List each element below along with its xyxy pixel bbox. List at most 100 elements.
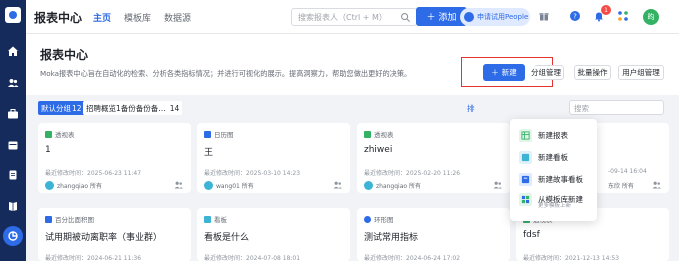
- card-modified-time: 最近修改时间：2024-06-21 11:36: [45, 255, 142, 261]
- search-icon: [401, 13, 411, 23]
- card-type-label: 透视表: [55, 131, 75, 139]
- menu-item-new-dashboard[interactable]: 新建看板: [519, 151, 568, 164]
- report-center-icon[interactable]: [3, 226, 23, 246]
- trial-people-button[interactable]: 申请试用People: [460, 8, 530, 26]
- batch-operation-button[interactable]: 批量操作: [574, 65, 611, 80]
- page-title: 报表中心: [40, 48, 89, 62]
- report-card[interactable]: 透视表 1 最近修改时间：2025-06-23 11:47 zhangqiao …: [38, 123, 191, 193]
- trial-label: 申请试用People: [477, 13, 529, 21]
- card-type: 环形图: [364, 214, 394, 224]
- card-type-label: 日历图: [214, 131, 234, 139]
- report-card[interactable]: 环形图 测试常用指标 最近修改时间：2024-06-24 17:02: [357, 208, 510, 261]
- dashboard-icon: [519, 151, 532, 164]
- tab-data-source[interactable]: 数据源: [164, 11, 191, 24]
- app-logo-icon[interactable]: [5, 7, 21, 23]
- card-modified-time: 最近修改时间：2025-06-23 11:47: [45, 170, 142, 177]
- card-name: 看板是什么: [204, 233, 250, 243]
- report-search-input[interactable]: 搜索: [569, 100, 664, 115]
- members-icon[interactable]: [493, 181, 502, 189]
- menu-item-label: 新建看板: [538, 153, 568, 162]
- plus-icon: ＋: [426, 13, 436, 23]
- menu-item-new-report[interactable]: 新建报表: [519, 129, 568, 142]
- menu-item-new-story[interactable]: 新建故事看板: [519, 173, 583, 186]
- people-icon[interactable]: [6, 76, 20, 90]
- report-card[interactable]: 百分比面积图 试用期被动离职率（事业群） 最近修改时间：2024-06-21 1…: [38, 208, 191, 261]
- group-tab-default[interactable]: 默认分组 12: [38, 101, 85, 115]
- card-owner: zhangqiao 所有: [45, 181, 102, 190]
- new-dropdown-menu: 新建报表 新建看板 新建故事看板 从模板库新建 更多模板上新: [510, 119, 597, 221]
- template-sub-label: 更多模板上新: [538, 203, 572, 209]
- group-tab-recruit-label: 招聘概览1备份备份备…: [86, 103, 166, 113]
- group-tab-recruit-count: 14: [169, 103, 180, 113]
- gift-icon[interactable]: [537, 9, 551, 23]
- user-group-manage-button[interactable]: 用户组管理: [618, 65, 664, 80]
- members-icon[interactable]: [174, 181, 183, 189]
- report-search-placeholder: 搜索: [574, 104, 589, 113]
- pivot-table-icon: [45, 130, 52, 138]
- document-icon[interactable]: [6, 168, 20, 182]
- page-description: Moka报表中心旨在自动化的检索、分析各类指标情况；并进行可视化的展示。提高洞察…: [40, 69, 412, 78]
- card-type-label: 看板: [214, 216, 227, 224]
- card-modified-time: -09-14 16:04: [608, 168, 647, 175]
- card-owner-label: 东欣 所有: [608, 183, 634, 190]
- add-button-label: 添加: [438, 13, 457, 23]
- card-owner-label: zhangqiao 所有: [57, 183, 102, 190]
- help-icon[interactable]: ?: [568, 9, 582, 23]
- calendar-chart-icon: [204, 130, 211, 138]
- members-icon[interactable]: [333, 181, 342, 189]
- card-owner: 东欣 所有: [608, 181, 634, 190]
- donut-chart-icon: [364, 215, 371, 223]
- template-icon: [519, 193, 532, 206]
- home-icon[interactable]: [6, 44, 20, 58]
- calendar-icon[interactable]: [6, 138, 20, 152]
- global-search-input[interactable]: 搜索报表人（Ctrl + M）: [291, 8, 417, 26]
- card-owner-label: zhangqiao 所有: [376, 183, 421, 190]
- menu-item-label: 新建故事看板: [538, 175, 583, 184]
- owner-avatar: [364, 181, 373, 190]
- card-type: 看板: [204, 214, 227, 224]
- report-card[interactable]: 日历图 王 最近修改时间：2025-03-10 14:23 wang01 所有: [197, 123, 350, 193]
- card-name: fdsf: [523, 230, 540, 240]
- members-icon[interactable]: [652, 181, 661, 189]
- card-type: 日历图: [204, 129, 234, 139]
- card-type-label: 透视表: [374, 131, 394, 139]
- card-owner: wang01 所有: [204, 181, 254, 190]
- owner-avatar: [204, 181, 213, 190]
- pivot-table-icon: [364, 130, 371, 138]
- sidebar: [0, 0, 26, 261]
- group-tab-default-count: 12: [72, 103, 82, 113]
- card-modified-time: 最近修改时间：2025-03-10 14:23: [204, 170, 301, 177]
- book-icon[interactable]: [6, 199, 20, 213]
- card-owner-label: wang01 所有: [216, 183, 254, 190]
- tab-home[interactable]: 主页: [93, 11, 111, 24]
- card-modified-time: 最近修改时间：2025-02-20 11:26: [364, 170, 461, 177]
- report-card[interactable]: 透视表 zhiwei 最近修改时间：2025-02-20 11:26 zhang…: [357, 123, 510, 193]
- apps-grid-icon[interactable]: [616, 9, 630, 23]
- card-type-label: 环形图: [374, 216, 394, 224]
- story-icon: [519, 173, 532, 186]
- card-modified-time: 最近修改时间：2024-07-08 18:01: [204, 255, 301, 261]
- card-name: zhiwei: [364, 145, 393, 155]
- card-type: 透视表: [45, 129, 75, 139]
- dashboard-icon: [204, 215, 211, 223]
- card-type: 透视表: [364, 129, 394, 139]
- briefcase-icon[interactable]: [6, 107, 20, 121]
- card-name: 试用期被动离职率（事业群）: [45, 233, 163, 243]
- user-avatar[interactable]: 昀: [643, 9, 659, 25]
- menu-item-label: 新建报表: [538, 131, 568, 140]
- card-owner: zhangqiao 所有: [364, 181, 421, 190]
- sort-button[interactable]: 排: [467, 103, 475, 114]
- group-manage-button[interactable]: 分组管理: [531, 65, 564, 80]
- top-bar: 报表中心 主页 模板库 数据源 搜索报表人（Ctrl + M） ＋ 添加 申请试…: [26, 0, 679, 34]
- report-card[interactable]: 看板 看板是什么 最近修改时间：2024-07-08 18:01: [197, 208, 350, 261]
- svg-text:?: ?: [573, 13, 577, 21]
- group-tab-recruit-overview[interactable]: 招聘概览1备份备份备… 14: [83, 101, 183, 115]
- area-chart-icon: [45, 215, 52, 223]
- global-search-placeholder: 搜索报表人（Ctrl + M）: [298, 13, 387, 22]
- tab-template-library[interactable]: 模板库: [124, 11, 151, 24]
- notification-badge: 1: [601, 5, 611, 15]
- card-name: 1: [45, 145, 51, 155]
- card-name: 王: [204, 148, 214, 158]
- card-modified-time: 最近修改时间：2021-12-13 14:53: [523, 255, 620, 261]
- card-modified-time: 最近修改时间：2024-06-24 17:02: [364, 255, 461, 261]
